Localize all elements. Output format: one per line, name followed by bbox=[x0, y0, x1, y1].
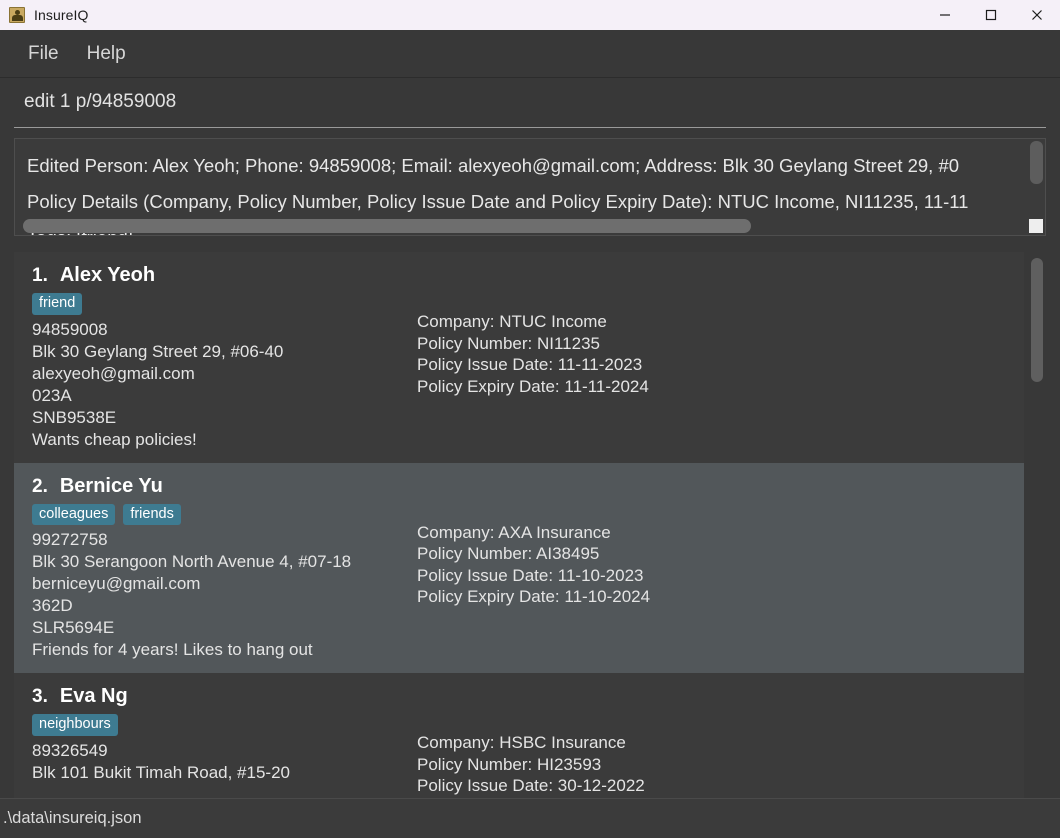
person-index: 3. bbox=[32, 686, 48, 708]
result-horizontal-scrollbar[interactable] bbox=[17, 219, 1027, 233]
policy-issue-date: Policy Issue Date: 11-10-2023 bbox=[417, 565, 644, 585]
person-policy-details: Company: AXA Insurance Policy Number: AI… bbox=[417, 475, 1006, 662]
command-input[interactable] bbox=[14, 82, 1046, 128]
app-person-icon bbox=[9, 7, 25, 23]
person-index: 2. bbox=[32, 475, 48, 497]
result-vertical-scrollbar[interactable] bbox=[1030, 141, 1043, 219]
person-list-scrollbar[interactable] bbox=[1030, 252, 1044, 798]
list-item[interactable]: 3. Eva Ng neighbours 89326549 Blk 101 Bu… bbox=[14, 673, 1024, 798]
person-name-row: 3. Eva Ng bbox=[32, 685, 417, 708]
policy-expiry-date: Policy Expiry Date: 11-10-2024 bbox=[417, 587, 651, 607]
policy-company: Company: AXA Insurance bbox=[417, 522, 611, 542]
person-name: Bernice Yu bbox=[59, 474, 163, 497]
person-details: 3. Eva Ng neighbours 89326549 Blk 101 Bu… bbox=[32, 685, 417, 797]
person-field-4: 362D bbox=[32, 596, 73, 616]
person-details: 1. Alex Yeoh friend 94859008 Blk 30 Geyl… bbox=[32, 264, 417, 451]
menu-bar: File Help bbox=[0, 30, 1060, 78]
policy-number: Policy Number: HI23593 bbox=[417, 754, 602, 774]
result-vertical-scrollbar-thumb[interactable] bbox=[1030, 141, 1043, 184]
person-field-5: SLR5694E bbox=[32, 618, 115, 638]
result-scrollbar-corner bbox=[1029, 219, 1043, 233]
person-address: Blk 30 Geylang Street 29, #06-40 bbox=[32, 341, 284, 361]
tag: colleagues bbox=[32, 503, 116, 526]
tag: neighbours bbox=[32, 714, 118, 737]
person-tags: neighbours bbox=[32, 714, 417, 737]
policy-number: Policy Number: AI38495 bbox=[417, 544, 600, 564]
person-field-5: SNB9538E bbox=[32, 407, 117, 427]
person-phone: 89326549 bbox=[32, 741, 108, 761]
result-horizontal-scrollbar-thumb[interactable] bbox=[23, 219, 751, 233]
status-bar-file-path: .\data\insureiq.json bbox=[3, 809, 142, 827]
person-address: Blk 30 Serangoon North Avenue 4, #07-18 bbox=[32, 552, 352, 572]
menu-item-file[interactable]: File bbox=[14, 39, 73, 69]
result-display-area: Edited Person: Alex Yeoh; Phone: 9485900… bbox=[0, 132, 1060, 244]
person-details: 2. Bernice Yu colleagues friends 9927275… bbox=[32, 475, 417, 662]
person-phone: 99272758 bbox=[32, 530, 108, 550]
person-index: 1. bbox=[32, 265, 48, 286]
policy-number: Policy Number: NI11235 bbox=[417, 333, 600, 353]
person-phone: 94859008 bbox=[32, 319, 108, 339]
window-title: InsureIQ bbox=[34, 7, 89, 23]
close-button[interactable] bbox=[1014, 0, 1060, 30]
person-note: Wants cheap policies! bbox=[32, 429, 197, 449]
list-item[interactable]: 1. Alex Yeoh friend 94859008 Blk 30 Geyl… bbox=[14, 252, 1024, 463]
policy-expiry-date: Policy Expiry Date: 11-11-2024 bbox=[417, 376, 649, 396]
minimize-button[interactable] bbox=[922, 0, 968, 30]
title-bar: InsureIQ bbox=[0, 0, 1060, 30]
result-line-1: Edited Person: Alex Yeoh; Phone: 9485900… bbox=[27, 155, 960, 176]
status-bar: .\data\insureiq.json bbox=[0, 798, 1060, 838]
person-name: Alex Yeoh bbox=[59, 264, 156, 286]
result-line-2: Policy Details (Company, Policy Number, … bbox=[27, 191, 969, 212]
person-name: Eva Ng bbox=[59, 685, 128, 708]
person-note: Friends for 4 years! Likes to hang out bbox=[32, 640, 313, 660]
result-display-box: Edited Person: Alex Yeoh; Phone: 9485900… bbox=[14, 138, 1046, 236]
policy-issue-date: Policy Issue Date: 11-11-2023 bbox=[417, 355, 643, 374]
list-item[interactable]: 2. Bernice Yu colleagues friends 9927275… bbox=[14, 462, 1024, 674]
person-list-scrollbar-thumb[interactable] bbox=[1031, 258, 1043, 382]
person-tags: colleagues friends bbox=[32, 503, 417, 526]
app-window: InsureIQ File Help Edited Person: Alex Y… bbox=[0, 0, 1060, 838]
person-name-row: 2. Bernice Yu bbox=[32, 475, 417, 498]
person-tags: friend bbox=[32, 293, 417, 315]
tag: friends bbox=[123, 503, 181, 526]
person-field-4: 023A bbox=[32, 385, 72, 405]
person-email: berniceyu@gmail.com bbox=[32, 574, 201, 594]
person-address: Blk 101 Bukit Timah Road, #15-20 bbox=[32, 763, 290, 783]
person-email: alexyeoh@gmail.com bbox=[32, 363, 195, 383]
policy-company: Company: HSBC Insurance bbox=[417, 733, 626, 753]
person-policy-details: Company: NTUC Income Policy Number: NI11… bbox=[417, 264, 1006, 451]
person-policy-details: Company: HSBC Insurance Policy Number: H… bbox=[417, 685, 1006, 797]
person-list-inner: 1. Alex Yeoh friend 94859008 Blk 30 Geyl… bbox=[14, 252, 1046, 798]
person-list-scrollpane: 1. Alex Yeoh friend 94859008 Blk 30 Geyl… bbox=[14, 252, 1024, 798]
title-bar-left: InsureIQ bbox=[0, 7, 89, 23]
person-name-row: 1. Alex Yeoh bbox=[32, 264, 417, 287]
maximize-button[interactable] bbox=[968, 0, 1014, 30]
command-area bbox=[0, 78, 1060, 132]
policy-issue-date: Policy Issue Date: 30-12-2022 bbox=[417, 776, 645, 796]
window-controls bbox=[922, 0, 1060, 30]
tag: friend bbox=[32, 293, 83, 315]
menu-item-help[interactable]: Help bbox=[73, 39, 140, 69]
policy-company: Company: NTUC Income bbox=[417, 312, 607, 331]
person-list-area: 1. Alex Yeoh friend 94859008 Blk 30 Geyl… bbox=[0, 244, 1060, 798]
